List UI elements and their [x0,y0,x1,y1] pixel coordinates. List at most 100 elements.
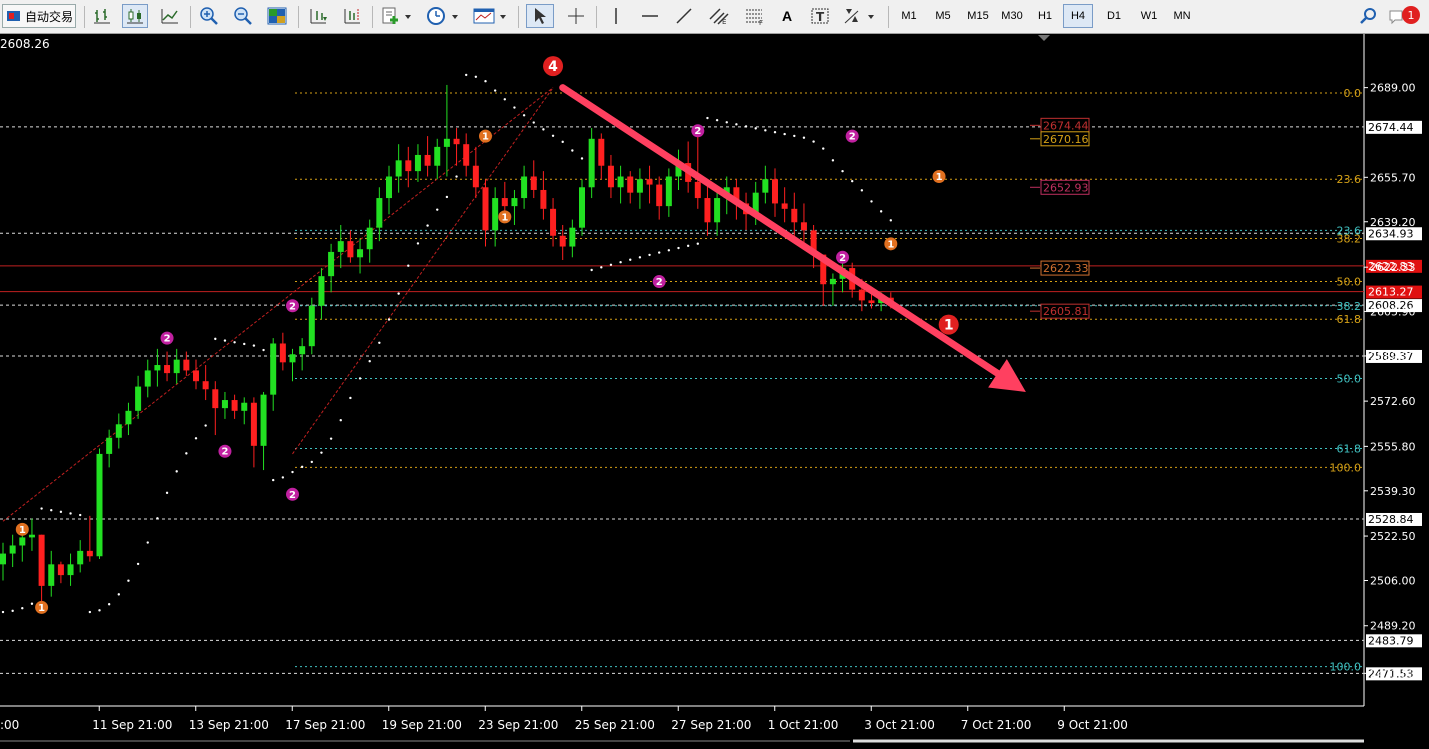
timeframe-d1[interactable]: D1 [1100,4,1128,28]
arrows-button[interactable] [840,4,880,28]
timeframe-mn[interactable]: MN [1168,4,1196,28]
auto-trading-label: 自动交易 [25,9,74,24]
fibonacci-icon[interactable]: F [740,4,770,28]
candle-body [231,400,238,411]
trendline-icon[interactable] [670,4,698,28]
sar-dot [812,140,815,143]
sar-dot [233,341,236,344]
wave-marker-label: 2 [289,490,296,501]
main-toolbar: 自动交易 E F A T M1 M5 M15 M30 H1 H4 D1 W1 M… [0,0,1429,34]
y-tick-label: 2655.70 [1370,171,1416,184]
x-tick-label: :00 [0,718,19,732]
sar-dot [754,127,757,130]
x-tick-label: 17 Sep 21:00 [285,718,365,732]
timeframe-h1[interactable]: H1 [1032,4,1058,28]
sar-dot [223,339,227,342]
toolbar-separator [596,6,597,28]
sar-dot [455,175,458,178]
chat-icon[interactable]: 1 [1386,4,1422,28]
boxed-level-label: 2674.44 [1043,119,1089,132]
timeframe-m15[interactable]: M15 [962,4,994,28]
svg-text:F: F [759,19,763,25]
candle-body [521,176,528,199]
candle-body [106,437,113,454]
sar-dot [870,200,873,203]
candle-body [154,365,161,371]
timeframe-m30[interactable]: M30 [997,4,1027,28]
indicators-button[interactable] [378,4,416,28]
sar-dot [339,419,342,422]
timeframe-h4[interactable]: H4 [1063,4,1093,28]
wave-marker-label: 1 [482,132,489,143]
sar-dot [629,258,632,261]
vertical-line-icon[interactable] [602,4,630,28]
crosshair-icon[interactable] [562,4,590,28]
equidistant-channel-icon[interactable]: E [704,4,734,28]
chart-canvas[interactable]: 2674.442634.932622.832613.272608.262589.… [0,34,1429,744]
y-tick-label: 2605.90 [1370,305,1416,318]
chart-bars-icon[interactable] [90,4,114,28]
sar-dot [262,348,265,352]
candle-body [241,402,248,411]
cursor-icon[interactable] [526,4,554,28]
sar-dot [465,73,468,77]
periods-button[interactable] [424,4,462,28]
candle-body [482,187,489,231]
chart-line-icon[interactable] [158,4,182,28]
wave-marker-label: 1 [501,212,508,223]
candle-body [791,208,798,223]
candle-body [366,227,373,250]
sar-dot [436,208,439,211]
autoscroll-icon[interactable] [304,4,332,28]
zoom-out-icon[interactable] [230,4,256,28]
price-chart[interactable]: 2674.44 2634.93 2622.83 2613.27 2608.26 2589.… [0,34,1429,744]
sar-dot [281,476,285,479]
horizontal-line-icon[interactable] [636,4,664,28]
sar-dot [445,195,449,199]
svg-text:T: T [816,10,825,24]
candle-body [492,198,499,231]
chart-candles-icon[interactable] [122,4,148,28]
text-icon[interactable]: A [774,4,800,28]
candle-body [289,354,296,363]
wave-marker-label: 2 [694,126,701,137]
tile-windows-icon[interactable] [264,4,290,28]
sar-dot [426,224,429,227]
chart-shift-icon[interactable] [338,4,366,28]
text-label-icon[interactable]: T [806,4,834,28]
price-label: 2528.84 [1368,513,1414,526]
candle-body [453,138,460,145]
sar-dot [156,517,159,520]
timeframe-m1[interactable]: M1 [896,4,922,28]
timeframe-w1[interactable]: W1 [1134,4,1164,28]
templates-button[interactable] [470,4,510,28]
candle-body [540,189,547,209]
candle-body [173,359,180,374]
sar-dot [706,116,709,120]
sar-dot [1,610,5,614]
sar-dot [831,159,835,162]
zoom-in-icon[interactable] [196,4,222,28]
auto-trading-button[interactable]: 自动交易 [2,4,76,28]
sar-dot [735,123,738,126]
price-label: 2674.44 [1368,121,1414,134]
wave-marker-label: 2 [839,253,846,264]
candle-body [77,550,84,565]
timeframe-m5[interactable]: M5 [929,4,957,28]
sar-dot [407,264,410,267]
x-tick-label: 7 Oct 21:00 [961,718,1032,732]
sar-dot [648,253,651,257]
price-label: 2613.27 [1368,286,1414,299]
sar-dot [165,491,169,495]
candle-body [376,198,383,228]
sar-dot [368,360,371,363]
candle-body [202,381,209,390]
fibonacci-level-label: 50.0 [1337,373,1362,386]
search-icon[interactable] [1356,4,1380,28]
sar-dot [879,210,883,213]
wave-marker-label: 2 [221,447,228,458]
sar-dot [619,261,622,264]
fibonacci-level-label: 50.0 [1337,276,1362,289]
sar-dot [397,292,400,295]
toolbar-separator [190,6,191,28]
